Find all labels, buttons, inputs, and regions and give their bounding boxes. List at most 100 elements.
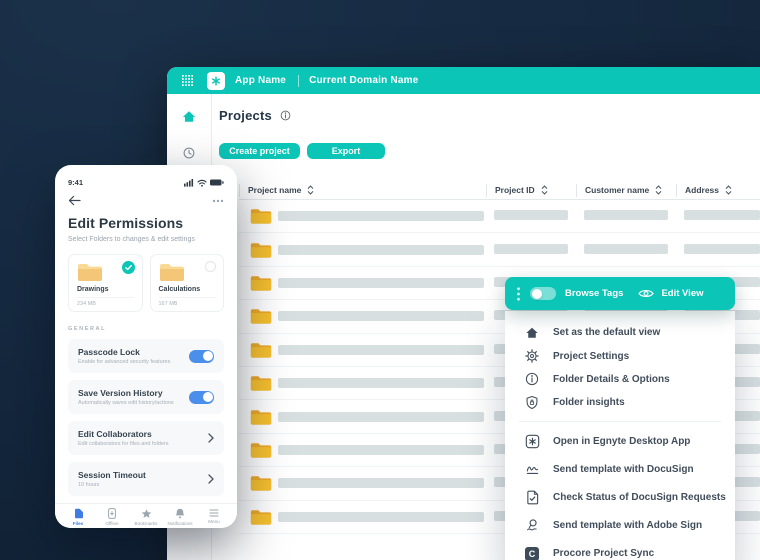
placeholder-project-name	[278, 278, 484, 288]
info-icon	[524, 372, 540, 386]
status-time: 9:41	[68, 178, 83, 187]
menu-item-send-docusign[interactable]: Send template with DocuSign	[505, 456, 735, 484]
home-icon[interactable]	[182, 110, 196, 123]
menu-item-check-docusign-status[interactable]: Check Status of DocuSign Requests	[505, 484, 735, 512]
passcode-lock-toggle[interactable]	[189, 350, 214, 363]
menu-item-folder-insights[interactable]: Folder insights	[505, 391, 735, 414]
menu-item-send-adobe-sign[interactable]: Send template with Adobe Sign	[505, 512, 735, 540]
battery-icon	[210, 179, 224, 186]
app-header: App Name Current Domain Name	[167, 67, 760, 94]
folder-card-drawings[interactable]: Drawings 234 MB	[68, 254, 143, 312]
edit-view-button[interactable]: Edit View	[661, 288, 703, 299]
sort-icon[interactable]	[307, 185, 314, 195]
context-menu-panel: Set as the default view Project Settings…	[505, 311, 735, 560]
browse-tags-toggle[interactable]	[530, 287, 556, 300]
folder-card-calculations[interactable]: Calculations 167 MB	[150, 254, 225, 312]
recents-clock-icon[interactable]	[183, 147, 195, 159]
back-arrow-icon[interactable]	[68, 195, 81, 206]
menu-item-project-settings[interactable]: Project Settings	[505, 344, 735, 367]
bell-icon	[175, 508, 185, 519]
hamburger-menu-icon	[209, 509, 219, 517]
file-icon	[74, 508, 83, 519]
folder-icon	[250, 207, 272, 225]
folder-name: Calculations	[159, 286, 216, 293]
save-version-history-toggle[interactable]	[189, 391, 214, 404]
tab-offline[interactable]: Offline	[95, 504, 129, 528]
placeholder-project-name	[278, 378, 484, 388]
offline-icon	[108, 508, 116, 519]
home-icon	[524, 326, 540, 339]
placeholder-project-name	[278, 478, 484, 488]
info-icon[interactable]	[280, 110, 291, 121]
setting-session-timeout[interactable]: Session Timeout 10 hours	[68, 462, 224, 496]
placeholder-project-id	[494, 244, 568, 254]
placeholder-address	[684, 244, 760, 254]
docusign-signature-icon	[524, 462, 540, 477]
column-header-address[interactable]: Address	[676, 184, 760, 197]
placeholder-project-name	[278, 345, 484, 355]
setting-save-version-history[interactable]: Save Version History Automatically saves…	[68, 380, 224, 414]
star-icon	[141, 508, 152, 519]
table-row[interactable]	[239, 233, 760, 266]
menu-item-procore-sync[interactable]: C Procore Project Sync	[505, 540, 735, 560]
create-project-button[interactable]: Create project	[219, 143, 300, 159]
placeholder-project-id	[494, 210, 568, 220]
kebab-menu-icon[interactable]	[517, 287, 520, 301]
placeholder-project-name	[278, 245, 484, 255]
folder-icon	[250, 374, 272, 392]
eye-icon[interactable]	[638, 288, 654, 299]
page-title: Projects	[219, 108, 272, 123]
setting-passcode-lock[interactable]: Passcode Lock Enable for advanced securi…	[68, 339, 224, 373]
section-label-general: GENERAL	[68, 326, 224, 332]
context-menu-header: Browse Tags Edit View	[505, 277, 735, 310]
folder-size: 167 MB	[159, 297, 216, 311]
unselected-radio[interactable]	[205, 261, 216, 272]
sort-icon[interactable]	[541, 185, 548, 195]
phone-tab-bar: Files Offline Bookmarks Notifications Me…	[55, 503, 237, 528]
folder-name: Drawings	[77, 286, 134, 293]
sort-icon[interactable]	[655, 185, 662, 195]
marketing-composite: App Name Current Domain Name	[0, 0, 760, 560]
svg-text:C: C	[529, 549, 536, 559]
mobile-phone-mockup: 9:41 Edit Permissions Select	[55, 165, 237, 528]
menu-item-set-default-view[interactable]: Set as the default view	[505, 321, 735, 344]
current-domain-name[interactable]: Current Domain Name	[309, 75, 418, 86]
menu-item-folder-details[interactable]: Folder Details & Options	[505, 368, 735, 391]
folder-icon	[250, 341, 272, 359]
menu-item-open-egnyte-desktop[interactable]: Open in Egnyte Desktop App	[505, 428, 735, 456]
folder-icon	[250, 307, 272, 325]
egnyte-logo[interactable]	[207, 72, 225, 90]
placeholder-project-name	[278, 445, 484, 455]
document-check-icon	[524, 490, 540, 505]
column-header-project-id[interactable]: Project ID	[486, 184, 576, 197]
placeholder-project-name	[278, 211, 484, 221]
egnyte-icon	[524, 434, 540, 449]
setting-edit-collaborators[interactable]: Edit Collaborators Edit collaborators fo…	[68, 421, 224, 455]
waffle-grid-icon[interactable]	[182, 75, 193, 86]
folder-icon	[250, 408, 272, 426]
column-header-project-name[interactable]: Project name	[239, 184, 486, 197]
folder-icon	[250, 508, 272, 526]
shield-lock-icon	[524, 395, 540, 410]
chevron-right-icon	[208, 474, 214, 484]
menu-divider	[519, 421, 721, 422]
sort-icon[interactable]	[725, 185, 732, 195]
more-options-icon[interactable]	[212, 199, 224, 203]
column-header-customer-name[interactable]: Customer name	[576, 184, 676, 197]
tab-bookmarks[interactable]: Bookmarks	[129, 504, 163, 528]
app-name: App Name	[235, 75, 286, 86]
folder-icon	[250, 441, 272, 459]
placeholder-project-name	[278, 311, 484, 321]
procore-icon: C	[524, 547, 540, 560]
wifi-icon	[197, 179, 207, 187]
folder-icon	[250, 274, 272, 292]
tab-notifications[interactable]: Notifications	[163, 504, 197, 528]
table-row[interactable]	[239, 200, 760, 233]
adobe-sign-stamp-icon	[524, 518, 540, 533]
tab-files[interactable]: Files	[61, 504, 95, 528]
selected-check-badge[interactable]	[122, 261, 135, 274]
placeholder-address	[684, 210, 760, 220]
context-menu-overlay: Browse Tags Edit View Set as the default…	[505, 277, 735, 560]
export-button[interactable]: Export	[307, 143, 385, 159]
tab-menu[interactable]: Menu	[197, 504, 231, 528]
